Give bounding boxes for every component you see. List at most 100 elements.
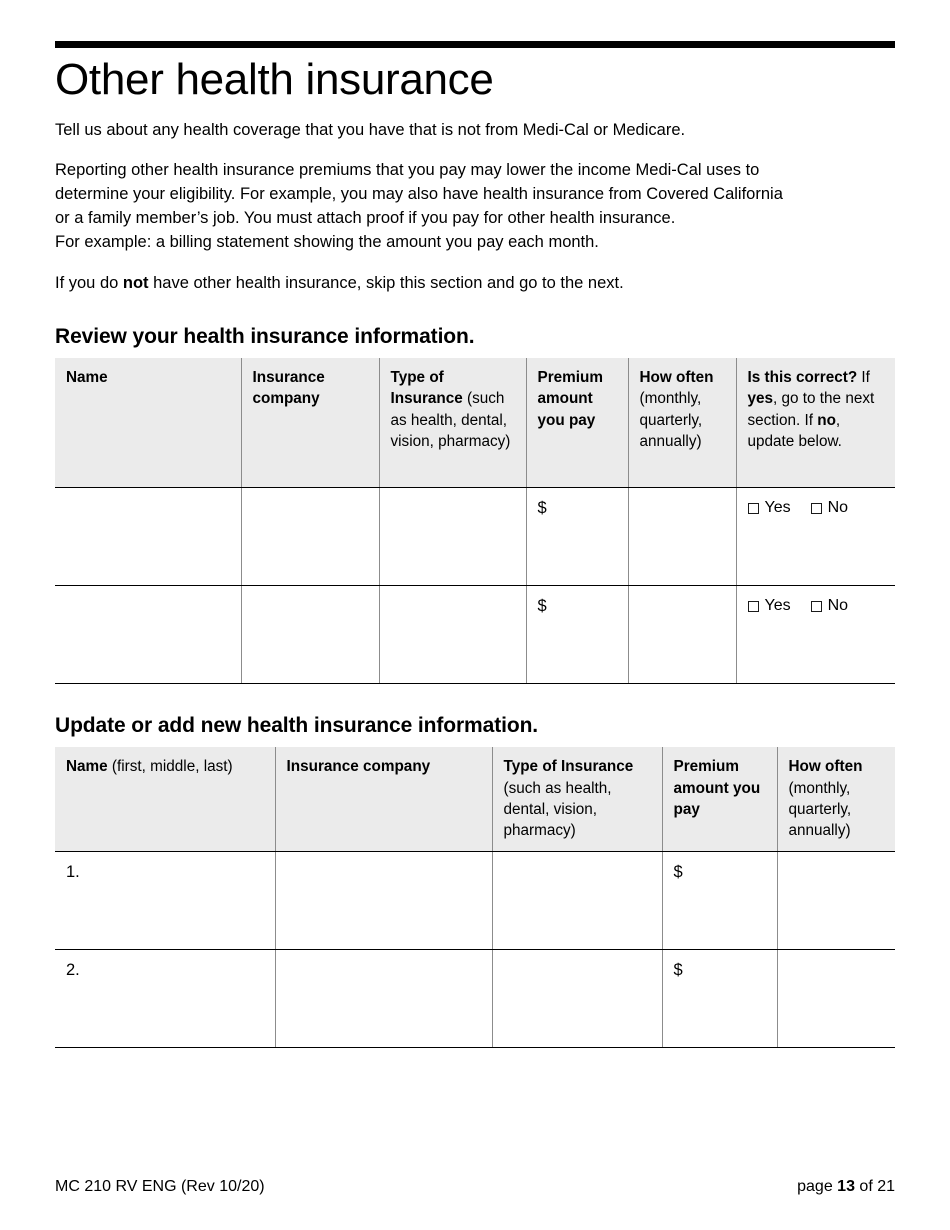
choice-no[interactable]: No — [810, 497, 849, 519]
checkbox-icon[interactable] — [747, 600, 759, 612]
yes-no-choice-group: Yes No — [747, 595, 886, 617]
col-header-is-this-correct-label: Is this correct? — [747, 368, 858, 386]
col-header-how-often-sub: (monthly, quarterly, annually) — [788, 779, 852, 840]
choice-no-label: No — [827, 597, 849, 615]
review-insurance-table: Name Insurance company Type of Insurance… — [55, 357, 895, 685]
page-content: Other health insurance Tell us about any… — [55, 0, 895, 1048]
cell-premium-amount[interactable]: $ — [661, 949, 777, 1048]
currency-symbol: $ — [673, 862, 683, 881]
body-line-2: determine your eligibility. For example,… — [55, 185, 783, 204]
update-insurance-table: Name (first, middle, last) Insurance com… — [55, 747, 895, 1048]
col-header-premium-amount: Premium amount you pay — [661, 747, 777, 852]
form-identifier: MC 210 RV ENG (Rev 10/20) — [55, 1178, 265, 1195]
cell-insurance-company[interactable] — [240, 585, 379, 685]
table-row: $ Yes No — [55, 585, 895, 685]
body-line-3: or a family member’s job. You must attac… — [55, 208, 676, 227]
page-indicator: page 13 of 21 — [797, 1178, 895, 1196]
choice-no-label: No — [827, 499, 849, 517]
col-header-insurance-company-label: Insurance company — [286, 758, 431, 776]
body-line-1: Reporting other health insurance premium… — [55, 161, 760, 180]
table-header-row: Name Insurance company Type of Insurance… — [55, 357, 895, 489]
col-header-premium-amount-label: Premium amount you pay — [673, 758, 761, 819]
document-page: Other health insurance Tell us about any… — [0, 0, 950, 1230]
page-number: 13 — [837, 1178, 855, 1195]
cell-type-of-insurance[interactable] — [378, 487, 526, 587]
checkbox-icon[interactable] — [747, 502, 759, 514]
col-header-type-of-insurance: Type of Insurance (such as health, denta… — [378, 357, 526, 489]
col-header-type-of-insurance: Type of Insurance (such as health, denta… — [491, 747, 662, 852]
table-row: 1. $ — [55, 851, 895, 950]
currency-symbol: $ — [537, 597, 547, 616]
body-line-4: For example: a billing statement showing… — [55, 232, 599, 251]
cell-type-of-insurance[interactable] — [491, 949, 662, 1048]
col-header-is-this-correct: Is this correct? If yes, go to the next … — [735, 357, 895, 489]
col-header-how-often: How often (monthly, quarterly, annually) — [627, 357, 736, 489]
correct-sub-part-3: If — [804, 411, 818, 429]
col-header-name: Name — [55, 357, 241, 489]
cell-how-often[interactable] — [776, 851, 895, 950]
skip-note-after: have other health insurance, skip this s… — [148, 273, 624, 292]
header-rule — [55, 41, 895, 48]
skip-note-emphasis: not — [122, 273, 149, 292]
cell-premium-amount[interactable]: $ — [525, 487, 628, 587]
body-paragraph: Reporting other health insurance premium… — [55, 159, 895, 255]
skip-note-paragraph: If you do not have other health insuranc… — [55, 272, 895, 296]
checkbox-icon[interactable] — [810, 600, 822, 612]
col-header-name-label: Name — [66, 368, 108, 386]
page-prefix: page — [797, 1178, 838, 1195]
table-row: $ Yes No — [55, 487, 895, 587]
col-header-type-of-insurance-label: Type of Insurance — [503, 758, 634, 776]
col-header-premium-amount: Premium amount you pay — [525, 357, 628, 489]
row-number-label: 1. — [66, 862, 80, 881]
cell-insurance-company[interactable] — [274, 851, 492, 950]
col-header-how-often: How often (monthly, quarterly, annually) — [776, 747, 895, 852]
col-header-type-of-insurance-label: Type of Insurance — [390, 368, 463, 408]
cell-how-often[interactable] — [627, 487, 736, 587]
choice-yes[interactable]: Yes — [747, 595, 791, 617]
cell-how-often[interactable] — [776, 949, 895, 1048]
choice-yes-label: Yes — [764, 597, 791, 615]
cell-how-often[interactable] — [627, 585, 736, 685]
currency-symbol: $ — [537, 499, 547, 518]
choice-yes-label: Yes — [764, 499, 791, 517]
cell-insurance-company[interactable] — [274, 949, 492, 1048]
cell-name[interactable]: 2. — [55, 949, 275, 1048]
correct-sub-part-0: If — [861, 368, 870, 386]
row-number-label: 2. — [66, 960, 80, 979]
yes-no-choice-group: Yes No — [747, 497, 886, 519]
col-header-how-often-label: How often — [639, 368, 714, 386]
cell-insurance-company[interactable] — [240, 487, 379, 587]
cell-is-this-correct: Yes No — [735, 487, 895, 587]
cell-name[interactable] — [55, 487, 241, 587]
col-header-name-label: Name — [66, 758, 108, 776]
currency-symbol: $ — [673, 960, 683, 979]
cell-premium-amount[interactable]: $ — [525, 585, 628, 685]
col-header-name: Name (first, middle, last) — [55, 747, 275, 852]
page-title: Other health insurance — [55, 55, 494, 104]
cell-type-of-insurance[interactable] — [491, 851, 662, 950]
cell-name[interactable] — [55, 585, 241, 685]
cell-name[interactable]: 1. — [55, 851, 275, 950]
col-header-premium-amount-label: Premium amount you pay — [537, 368, 603, 429]
choice-no[interactable]: No — [810, 595, 849, 617]
correct-sub-part-4: no — [817, 411, 836, 429]
col-header-insurance-company: Insurance company — [240, 357, 379, 489]
cell-is-this-correct: Yes No — [735, 585, 895, 685]
correct-sub-part-1: yes — [747, 390, 774, 408]
checkbox-icon[interactable] — [810, 502, 822, 514]
choice-yes[interactable]: Yes — [747, 497, 791, 519]
intro-paragraph: Tell us about any health coverage that y… — [55, 121, 686, 140]
col-header-how-often-label: How often — [788, 758, 863, 776]
col-header-type-of-insurance-sub: (such as health, dental, vision, pharmac… — [503, 779, 612, 840]
col-header-name-sub: (first, middle, last) — [107, 758, 233, 776]
cell-type-of-insurance[interactable] — [378, 585, 526, 685]
skip-note-before: If you do — [55, 273, 123, 292]
table-row: 2. $ — [55, 949, 895, 1048]
page-footer: MC 210 RV ENG (Rev 10/20) page 13 of 21 — [55, 1178, 895, 1196]
col-header-insurance-company: Insurance company — [274, 747, 492, 852]
cell-premium-amount[interactable]: $ — [661, 851, 777, 950]
col-header-how-often-sub: (monthly, quarterly, annually) — [639, 390, 703, 450]
review-section-heading: Review your health insurance information… — [55, 324, 475, 348]
table-header-row: Name (first, middle, last) Insurance com… — [55, 747, 895, 852]
update-section-heading: Update or add new health insurance infor… — [55, 714, 539, 738]
